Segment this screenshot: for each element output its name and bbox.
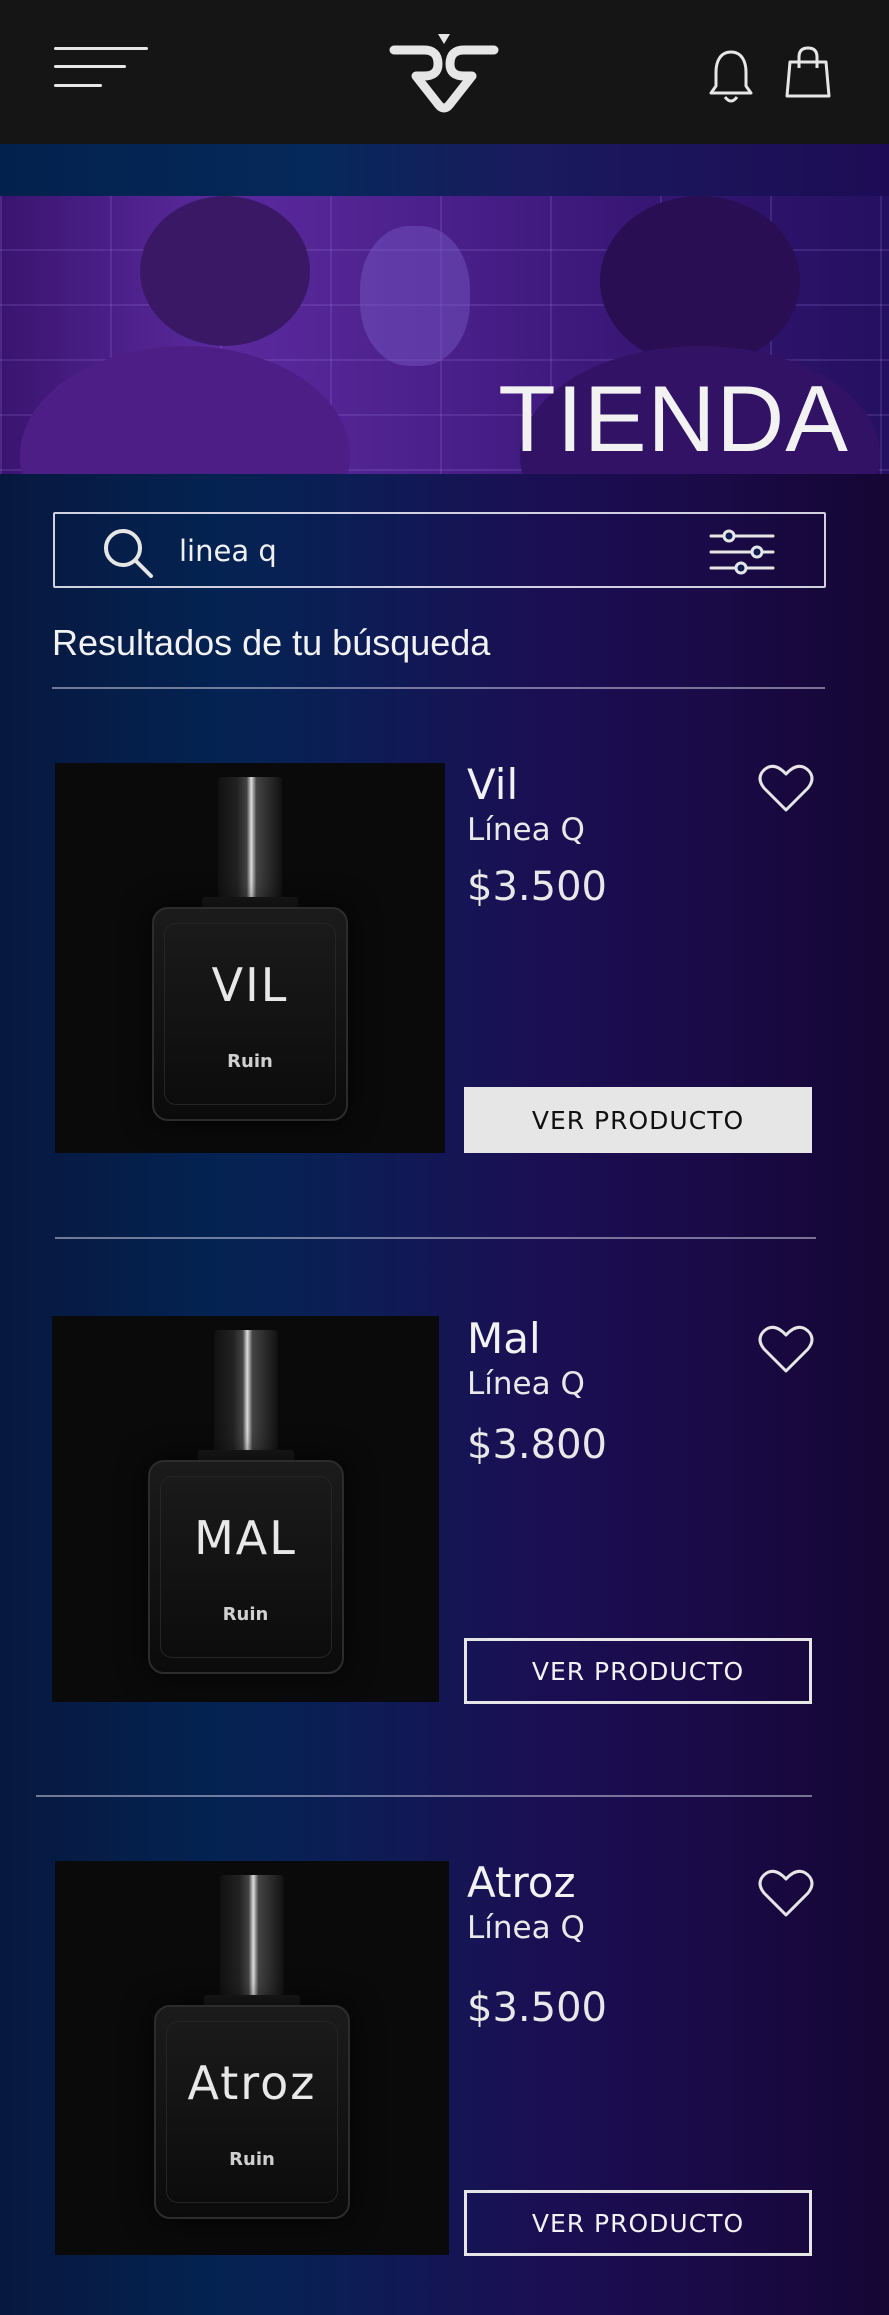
product-name: Mal [467,1314,541,1363]
bottle-brand: Ruin [229,2149,275,2170]
bell-icon[interactable] [706,46,756,106]
bottle-brand: Ruin [227,1051,273,1072]
product-divider [36,1795,812,1797]
view-product-button[interactable]: VER PRODUCTO [464,1087,812,1153]
favorite-heart-icon[interactable] [758,762,814,814]
shopping-bag-icon[interactable] [783,44,833,102]
hero-glass [360,226,470,366]
view-product-button[interactable]: VER PRODUCTO [464,1638,812,1704]
hero-figure-left-head [140,196,310,346]
product-price: $3.500 [467,1985,607,2031]
product-image[interactable]: VIL Ruin [55,763,445,1153]
page-title: TIENDA [498,366,849,471]
product-price: $3.800 [467,1422,607,1468]
bottle-label: MAL [194,1511,297,1565]
product-line: Línea Q [467,812,585,848]
bottle-cap [218,777,282,901]
product-name: Vil [467,760,519,809]
bottle-label: Atroz [187,2056,317,2110]
ruin-logo-icon[interactable] [386,32,502,116]
hero-banner: TIENDA [0,196,889,474]
product-name: Atroz [467,1858,576,1907]
search-icon[interactable] [101,526,155,580]
filter-sliders-icon[interactable] [709,528,775,576]
favorite-heart-icon[interactable] [758,1323,814,1375]
hero-figure-right-head [600,196,800,366]
bottle-body [152,907,348,1121]
view-product-button[interactable]: VER PRODUCTO [464,2190,812,2256]
bottle-glass [159,1476,332,1658]
header-accent-strip [0,144,889,196]
bottle-glass [166,2021,338,2203]
product-image[interactable]: Atroz Ruin [55,1861,449,2255]
results-divider [52,687,825,689]
favorite-heart-icon[interactable] [758,1867,814,1919]
bottle-label: VIL [211,958,289,1012]
bottle-body [147,1460,344,1674]
product-image[interactable]: MAL Ruin [52,1316,439,1702]
bottle-cap [213,1330,278,1454]
bottle-glass [164,923,336,1105]
top-app-bar [0,0,889,144]
product-divider [55,1237,816,1239]
hamburger-menu-icon[interactable] [54,47,148,91]
bottle-brand: Ruin [222,1604,269,1625]
product-line: Línea Q [467,1366,585,1402]
search-bar[interactable] [53,512,826,588]
search-input[interactable] [179,522,619,580]
bottle-cap [220,1875,284,1999]
bottle-body [154,2005,350,2219]
product-price: $3.500 [467,864,607,910]
results-heading: Resultados de tu búsqueda [52,622,491,663]
product-line: Línea Q [467,1910,585,1946]
